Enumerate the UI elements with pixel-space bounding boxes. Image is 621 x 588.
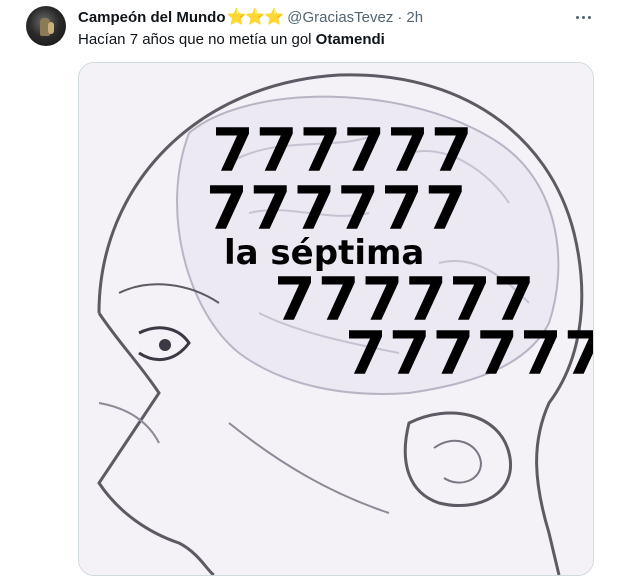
- separator-dot: ·: [397, 8, 403, 26]
- more-dots-icon: [575, 15, 579, 19]
- star-badge-icon: ⭐⭐⭐: [226, 9, 285, 26]
- more-dots-icon: [587, 15, 591, 19]
- avatar[interactable]: [26, 6, 66, 46]
- author-handle[interactable]: @GraciasTevez: [287, 9, 393, 26]
- avatar-figure-trophy: [48, 22, 54, 34]
- tweet-text: Hacían 7 años que no metía un gol Otamen…: [78, 31, 385, 48]
- tweet-text-mention: Otamendi: [315, 31, 385, 48]
- more-dots-icon: [581, 15, 585, 19]
- meme-text-line: 777777: [212, 116, 475, 186]
- author-name[interactable]: Campeón del Mundo: [78, 9, 226, 26]
- meme-text-line: 777777: [206, 174, 469, 244]
- tweet-timestamp[interactable]: 2h: [406, 9, 423, 26]
- tweet-text-prefix: Hacían 7 años que no metía un gol: [78, 31, 316, 48]
- tweet-media-image[interactable]: 777777 777777 la séptima 777777 777777: [78, 62, 594, 576]
- tweet-card[interactable]: Campeón del Mundo ⭐⭐⭐ @GraciasTevez · 2h…: [0, 0, 621, 588]
- tweet-header: Campeón del Mundo ⭐⭐⭐ @GraciasTevez · 2h: [78, 7, 423, 27]
- meme-text-line: 777777: [345, 319, 594, 389]
- more-options-button[interactable]: [572, 7, 594, 27]
